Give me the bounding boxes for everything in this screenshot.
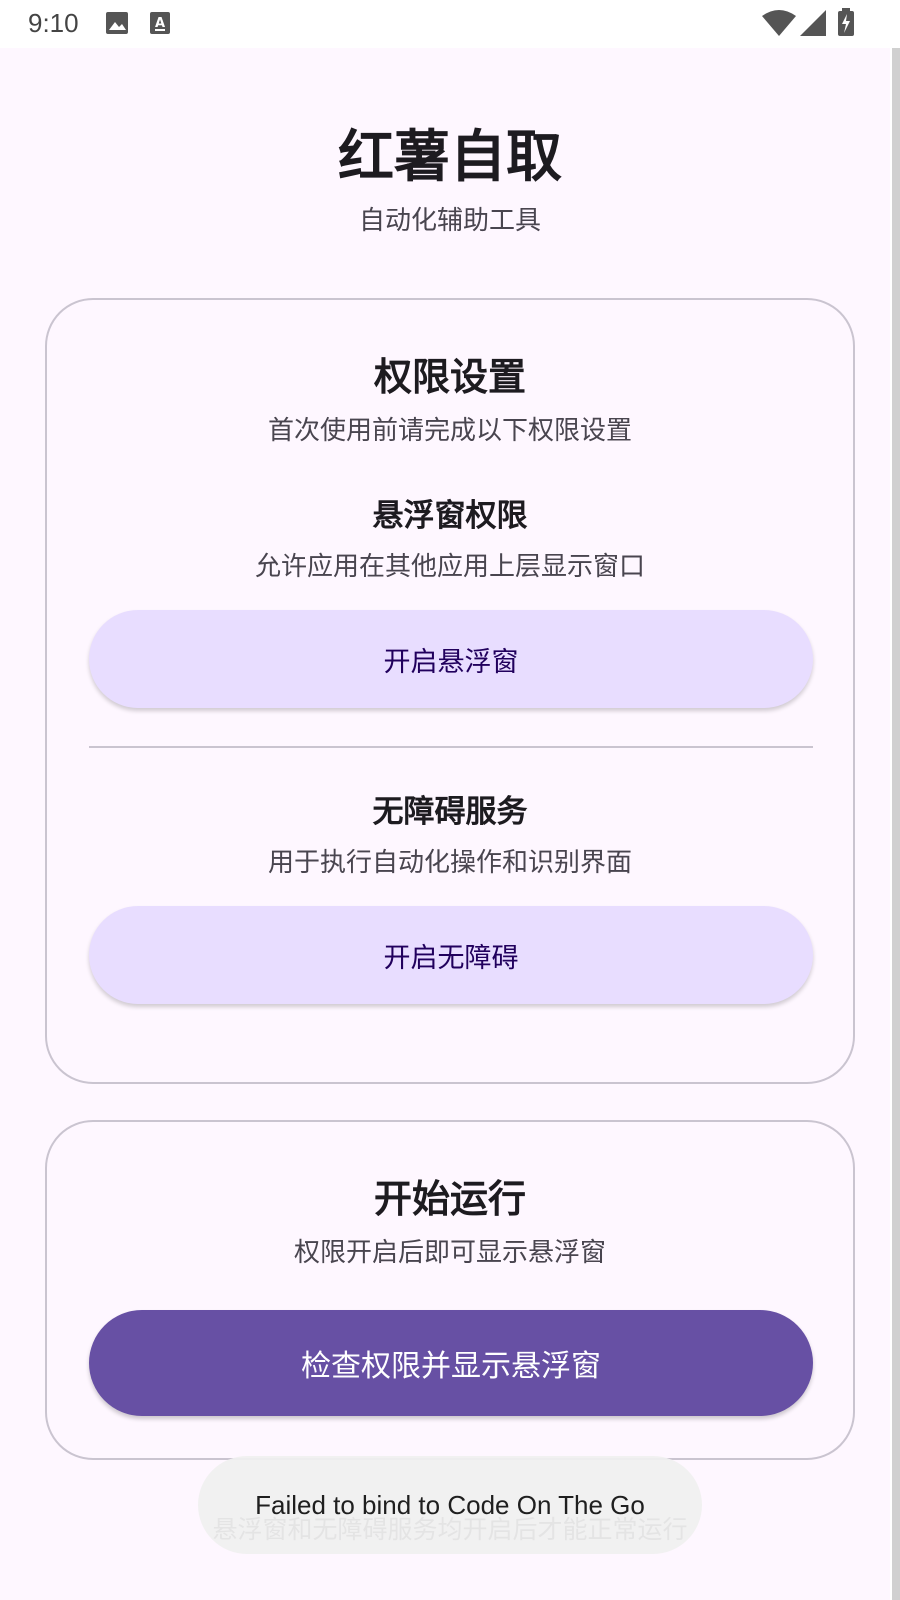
run-title: 开始运行 — [373, 1177, 526, 1221]
a-text-icon: A — [150, 12, 170, 34]
signal-icon — [800, 10, 826, 36]
permissions-description: 首次使用前请完成以下权限设置 — [267, 416, 632, 446]
enable-accessibility-button[interactable]: 开启无障碍 — [89, 906, 813, 1004]
battery-charging-icon — [838, 8, 854, 36]
accessibility-service-title: 无障碍服务 — [372, 794, 528, 830]
enable-overlay-button[interactable]: 开启悬浮窗 — [89, 610, 813, 708]
run-card: 开始运行 权限开启后即可显示悬浮窗 检查权限并显示悬浮窗 — [45, 1120, 855, 1460]
accessibility-service-description: 用于执行自动化操作和识别界面 — [267, 848, 632, 878]
toast-message: Failed to bind to Code On The Go — [198, 1456, 702, 1554]
permissions-title: 权限设置 — [373, 355, 526, 399]
svg-text:A: A — [155, 16, 165, 31]
permissions-card: 权限设置 首次使用前请完成以下权限设置 悬浮窗权限 允许应用在其他应用上层显示窗… — [45, 298, 855, 1084]
app-subtitle: 自动化辅助工具 — [358, 206, 541, 236]
status-time: 9:10 — [28, 8, 79, 38]
image-icon — [106, 12, 128, 34]
scrollbar[interactable] — [892, 48, 900, 1600]
run-description: 权限开启后即可显示悬浮窗 — [293, 1238, 606, 1268]
overlay-permission-title: 悬浮窗权限 — [372, 498, 528, 534]
wifi-icon — [762, 10, 796, 36]
check-permissions-show-overlay-button[interactable]: 检查权限并显示悬浮窗 — [89, 1310, 813, 1416]
divider — [89, 746, 813, 748]
status-bar: 9:10 A — [0, 0, 900, 48]
overlay-permission-description: 允许应用在其他应用上层显示窗口 — [254, 552, 645, 582]
app-title: 红薯自取 — [338, 125, 562, 190]
